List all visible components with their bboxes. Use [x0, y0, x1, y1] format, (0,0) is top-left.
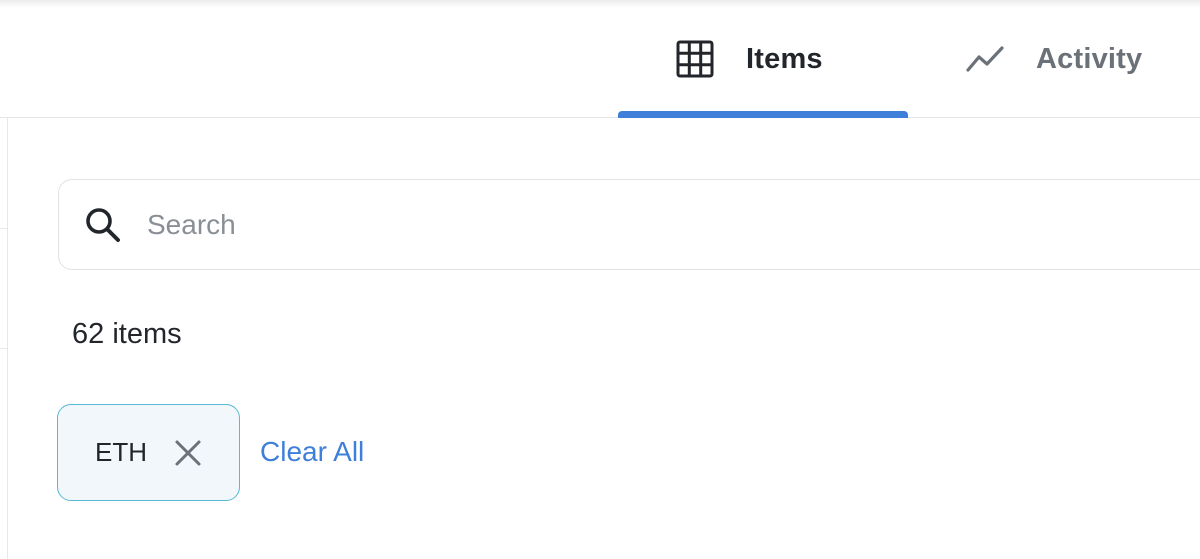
activity-chart-icon [966, 40, 1004, 78]
tab-activity[interactable]: Activity [958, 0, 1200, 118]
rail-divider [0, 348, 8, 349]
tab-items-label: Items [746, 42, 823, 75]
tabs-bar: Items Activity [0, 0, 1200, 118]
page: Items Activity 62 items ETH [0, 0, 1200, 559]
tab-activity-label: Activity [1036, 42, 1143, 75]
grid-icon [676, 40, 714, 78]
search-icon [83, 205, 123, 245]
active-tab-indicator [618, 111, 908, 118]
rail-divider [0, 228, 8, 229]
search-input[interactable] [147, 208, 1047, 241]
search-box[interactable] [58, 179, 1200, 270]
left-rail [0, 118, 8, 559]
filter-chip-label: ETH [95, 437, 147, 467]
close-icon[interactable] [173, 438, 203, 468]
filter-chip-eth[interactable]: ETH [57, 404, 240, 501]
tab-items[interactable]: Items [618, 0, 908, 118]
clear-all-link[interactable]: Clear All [260, 436, 364, 468]
item-count: 62 items [72, 318, 182, 350]
